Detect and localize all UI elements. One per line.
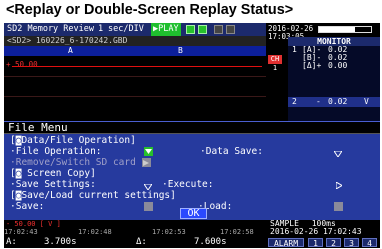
file-operation-dropdown-icon[interactable] — [144, 147, 153, 156]
remove-sd-label: ·Remove/Switch SD card 2 — [10, 157, 148, 168]
time-tick: 17:02:43 — [4, 228, 38, 236]
file-operation-label: ·File Operation: — [10, 146, 102, 157]
time-tick: 17:02:58 — [220, 228, 254, 236]
load-dropdown-icon[interactable] — [334, 202, 343, 211]
waveform-trace — [12, 66, 262, 67]
cursor-a-label: A — [68, 46, 73, 55]
section-heading: [◙ Screen Copy] — [10, 168, 96, 179]
alarm-channel-button[interactable]: 2 — [326, 238, 341, 248]
bottom-status: - 50.00 [ V ] 17:02:43 17:02:48 17:02:53… — [4, 220, 380, 248]
file-menu-title: File Menu — [4, 122, 380, 134]
monitor-row: [Δ]+ 0.00 — [288, 62, 380, 70]
device-screen: SD2 Memory Review 1 sec/DIV ▶PLAY <SD2> … — [4, 23, 380, 248]
scale-lower-tag: - 50.00 [ V ] — [6, 220, 61, 228]
battery-fill — [319, 27, 356, 32]
cursor-header: A B — [4, 46, 266, 56]
remove-sd-arrow-icon[interactable] — [142, 158, 151, 167]
waveform-area[interactable]: + 50.00 — [4, 56, 266, 118]
sample-datetime: 2016-02-26 17:02:43 — [270, 227, 362, 236]
alarm-label: ALARM — [268, 238, 304, 248]
page-number: 1 — [98, 24, 104, 34]
monitor-panel: MONITOR 1 [A]- 0.02 [B]- 0.02 [Δ]+ 0.00 … — [288, 37, 380, 121]
lan-icon — [214, 25, 223, 34]
file-path: <SD2> 160226_6-170242.GBD — [4, 36, 266, 46]
grid-line — [4, 76, 266, 77]
save-settings-row[interactable]: ·Save Settings: ·Execute: — [4, 179, 380, 191]
monitor-row: 2 - 0.02 V — [288, 97, 380, 107]
alarm-channel-button[interactable]: 1 — [308, 238, 323, 248]
review-title: SD2 Memory Review — [7, 24, 94, 34]
page-caption: <Replay or Double-Screen Replay Status> — [0, 0, 382, 21]
monitor-row-value: 0.00 — [328, 61, 348, 70]
status-bar: SD2 Memory Review 1 sec/DIV ▶PLAY — [4, 23, 266, 36]
cursor-b-label: B — [178, 46, 183, 55]
section-heading: [◙Data/File Operation] — [10, 135, 136, 146]
alarm-row: ALARM 1 2 3 4 — [268, 237, 380, 248]
key-lock-icon — [226, 25, 235, 34]
save-label: ·Save: — [10, 201, 45, 212]
cursor-a-readout-value: 3.700s — [44, 237, 77, 247]
data-save-label: ·Data Save: — [200, 146, 263, 157]
cursor-delta-label: Δ: — [136, 237, 147, 247]
alarm-channel-button[interactable]: 3 — [344, 238, 359, 248]
execute-label: ·Execute: — [162, 179, 214, 190]
scale-upper-tag: + 50.00 — [6, 60, 38, 69]
file-operation-row[interactable]: ·File Operation: ·Data Save: — [4, 146, 380, 158]
time-tick: 17:02:48 — [78, 228, 112, 236]
monitor-row-value: 0.02 — [328, 97, 348, 106]
data-file-section: [◙Data/File Operation] — [4, 135, 380, 146]
monitor-row-id: - — [316, 97, 321, 106]
cursor-delta-value: 7.600s — [194, 237, 227, 247]
cursor-a-readout-label: A: — [6, 237, 17, 247]
alarm-channel-button[interactable]: 4 — [362, 238, 377, 248]
monitor-row-unit: V — [364, 97, 369, 106]
ok-button[interactable]: OK — [180, 208, 207, 219]
sample-info: SAMPLE 100ms 2016-02-26 17:02:43 — [268, 220, 380, 237]
time-tick: 17:02:53 — [152, 228, 186, 236]
save-dropdown-icon[interactable] — [144, 202, 153, 211]
grid-line — [4, 96, 266, 97]
usb-icon — [198, 25, 207, 34]
sd-card-icon — [186, 25, 195, 34]
monitor-spacer — [288, 70, 380, 97]
file-menu: File Menu [◙Data/File Operation] ·File O… — [4, 121, 380, 220]
cursor-readout: A: 3.700s Δ: 7.600s — [4, 237, 266, 248]
monitor-row-channel: 2 — [292, 97, 297, 106]
monitor-row-channel: 1 — [292, 45, 297, 54]
save-settings-label: ·Save Settings: — [10, 179, 96, 190]
remove-sd-row[interactable]: ·Remove/Switch SD card 2 — [4, 157, 380, 168]
channel-label: CH 1 — [268, 55, 282, 72]
section-heading: [◙Save/Load current settings] — [10, 190, 176, 201]
monitor-row-id: [Δ]+ — [302, 61, 322, 70]
play-status-badge[interactable]: ▶PLAY — [151, 23, 181, 36]
save-load-section: [◙Save/Load current settings] — [4, 190, 380, 201]
battery-indicator — [318, 26, 372, 33]
screen-copy-section: [◙ Screen Copy] — [4, 168, 380, 179]
timebase-label: sec/DIV — [108, 24, 144, 34]
time-ruler: 17:02:43 17:02:48 17:02:53 17:02:58 — [4, 228, 266, 237]
